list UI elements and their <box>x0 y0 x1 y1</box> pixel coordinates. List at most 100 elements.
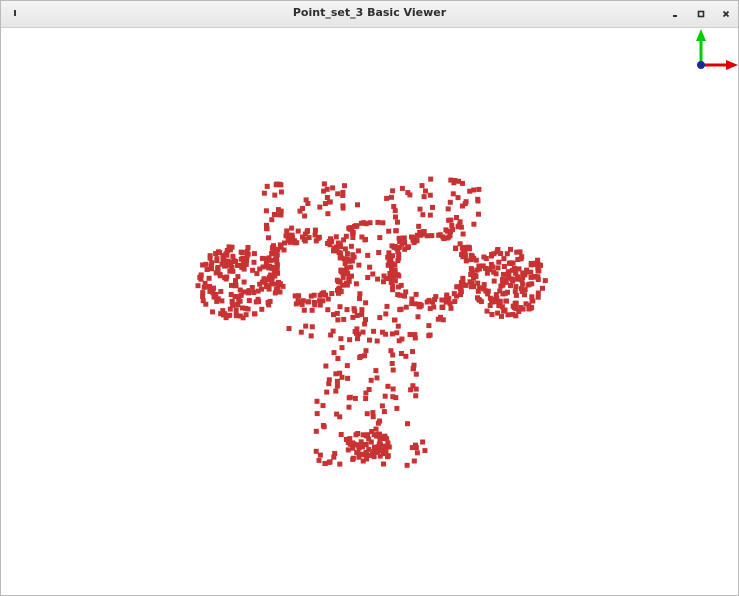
point <box>251 251 257 257</box>
close-icon[interactable] <box>718 6 734 22</box>
point <box>463 282 469 288</box>
point <box>389 331 395 337</box>
point <box>469 270 475 276</box>
point <box>335 317 341 323</box>
point <box>435 316 441 322</box>
point <box>344 251 350 257</box>
point <box>360 432 366 438</box>
point <box>353 281 359 287</box>
point <box>460 203 465 209</box>
point <box>461 245 467 251</box>
point <box>394 405 400 411</box>
point <box>335 287 340 293</box>
point <box>346 275 352 281</box>
point <box>461 251 467 256</box>
point <box>273 182 279 188</box>
point <box>363 348 369 354</box>
3d-viewport[interactable] <box>1 28 738 595</box>
point <box>376 250 382 255</box>
minimize-icon[interactable] <box>667 6 683 22</box>
point <box>540 285 545 291</box>
point <box>272 192 278 198</box>
point <box>446 217 452 223</box>
point <box>278 189 284 195</box>
point <box>303 323 309 329</box>
point <box>253 299 259 305</box>
point <box>195 283 201 289</box>
title-bar[interactable]: Point_set_3 Basic Viewer <box>1 1 738 28</box>
point <box>214 258 220 263</box>
point <box>448 305 454 311</box>
point <box>251 290 257 295</box>
point <box>261 190 267 196</box>
point <box>294 240 300 246</box>
point <box>266 235 271 241</box>
point <box>370 271 376 277</box>
point <box>495 265 501 271</box>
point <box>475 280 481 286</box>
point <box>542 278 548 284</box>
point <box>333 371 339 377</box>
point <box>466 246 472 252</box>
point <box>339 374 345 380</box>
point-cloud-canvas[interactable] <box>1 28 738 595</box>
point <box>207 255 213 261</box>
point <box>319 291 325 297</box>
point <box>303 197 309 203</box>
point <box>508 246 513 252</box>
point <box>510 260 516 266</box>
point <box>536 262 542 268</box>
point <box>395 284 401 290</box>
point <box>235 274 241 280</box>
point <box>450 191 456 197</box>
point <box>355 202 360 208</box>
point <box>227 247 233 253</box>
point <box>323 363 329 369</box>
point <box>526 302 532 308</box>
point <box>302 213 308 219</box>
point <box>467 188 473 194</box>
point <box>512 300 518 306</box>
point <box>359 312 365 317</box>
point <box>334 383 340 389</box>
point <box>373 426 379 432</box>
point <box>415 314 421 320</box>
point <box>522 292 527 298</box>
point <box>308 333 314 339</box>
point <box>320 403 326 409</box>
point <box>396 273 402 279</box>
point <box>356 331 362 337</box>
point <box>407 332 413 337</box>
point <box>334 411 340 417</box>
point <box>296 293 302 299</box>
point <box>367 264 373 270</box>
point <box>517 249 523 255</box>
point <box>377 432 382 438</box>
point <box>219 298 225 304</box>
point <box>313 238 319 244</box>
point <box>327 242 333 248</box>
point <box>271 273 277 279</box>
point <box>417 230 423 235</box>
point <box>347 337 353 343</box>
point <box>259 279 265 285</box>
point <box>395 323 401 329</box>
point <box>324 186 330 192</box>
point <box>339 345 345 351</box>
point <box>367 337 372 343</box>
point <box>326 459 332 465</box>
point <box>269 217 275 223</box>
point <box>271 264 277 270</box>
maximize-icon[interactable] <box>693 6 709 22</box>
point <box>344 307 350 313</box>
point <box>311 292 317 298</box>
point <box>420 212 426 218</box>
point <box>337 255 343 261</box>
point <box>450 227 456 233</box>
point <box>264 263 269 269</box>
point <box>368 439 374 445</box>
point <box>329 291 335 296</box>
point <box>337 461 343 467</box>
point <box>312 302 318 308</box>
point <box>491 298 497 304</box>
